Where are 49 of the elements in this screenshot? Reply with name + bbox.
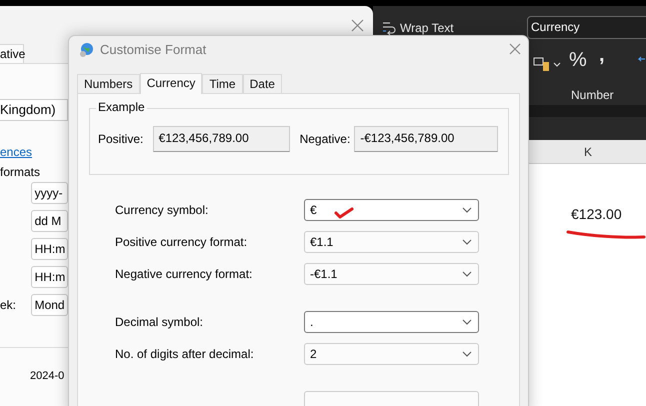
- chevron-down-icon: [462, 271, 472, 277]
- window-title: Customise Format: [100, 42, 206, 57]
- dropdown[interactable]: -€1.1: [304, 263, 479, 285]
- region-dropdown[interactable]: Kingdom): [0, 99, 68, 121]
- chevron-down-icon: [462, 319, 472, 325]
- group-label: Number: [571, 88, 614, 102]
- format-field[interactable]: HH:m: [30, 238, 68, 260]
- field-label: Positive:: [98, 132, 144, 146]
- close-icon[interactable]: [509, 43, 521, 55]
- format-field[interactable]: HH:m: [30, 266, 68, 288]
- tab[interactable]: Currency: [140, 73, 202, 94]
- cell-value: €123.00: [571, 206, 622, 222]
- chevron-down-icon: [462, 207, 472, 213]
- format-field[interactable]: yyyy-: [30, 182, 68, 204]
- settings-link[interactable]: ences: [0, 145, 68, 159]
- tab[interactable]: Date: [242, 74, 282, 93]
- group-title: Example: [96, 100, 147, 114]
- annotation-tick-icon: [334, 207, 354, 219]
- chevron-down-icon: [462, 351, 472, 357]
- field-label: No. of digits after decimal:: [115, 347, 255, 361]
- field-label: ek:: [0, 298, 18, 312]
- group-label: formats: [0, 165, 42, 179]
- dropdown[interactable]: 2: [304, 343, 479, 365]
- sample-text: 2024-0: [30, 370, 66, 382]
- comma-style-button[interactable]: ,: [599, 44, 605, 67]
- number-format-dropdown[interactable]: Currency: [527, 16, 646, 39]
- dropdown[interactable]: €: [304, 199, 479, 221]
- percent-style-button[interactable]: %: [569, 49, 587, 72]
- field-label: Negative currency format:: [115, 267, 254, 281]
- field-label: Negative:: [300, 132, 352, 146]
- field-label: Positive currency format:: [115, 235, 248, 249]
- format-field[interactable]: dd M: [30, 210, 68, 232]
- dropdown[interactable]: €1.1: [304, 231, 479, 253]
- chevron-down-icon: [462, 239, 472, 245]
- globe-icon: [78, 42, 94, 58]
- close-icon[interactable]: [351, 19, 364, 32]
- example-field: €123,456,789.00: [152, 126, 290, 152]
- tab[interactable]: Time: [202, 74, 243, 93]
- accounting-format-icon[interactable]: [533, 56, 561, 72]
- example-field: -€123,456,789.00: [354, 126, 498, 152]
- tab[interactable]: ative: [0, 44, 24, 63]
- dropdown[interactable]: .: [304, 311, 479, 333]
- tab[interactable]: Numbers: [77, 74, 140, 93]
- format-field[interactable]: Mond: [30, 294, 68, 316]
- wrap-text-button[interactable]: Wrap Text: [381, 20, 454, 36]
- field-label: Decimal symbol:: [115, 315, 204, 329]
- field-label: Currency symbol:: [115, 203, 210, 217]
- column-label: K: [584, 145, 592, 159]
- wrap-text-icon: [381, 20, 397, 36]
